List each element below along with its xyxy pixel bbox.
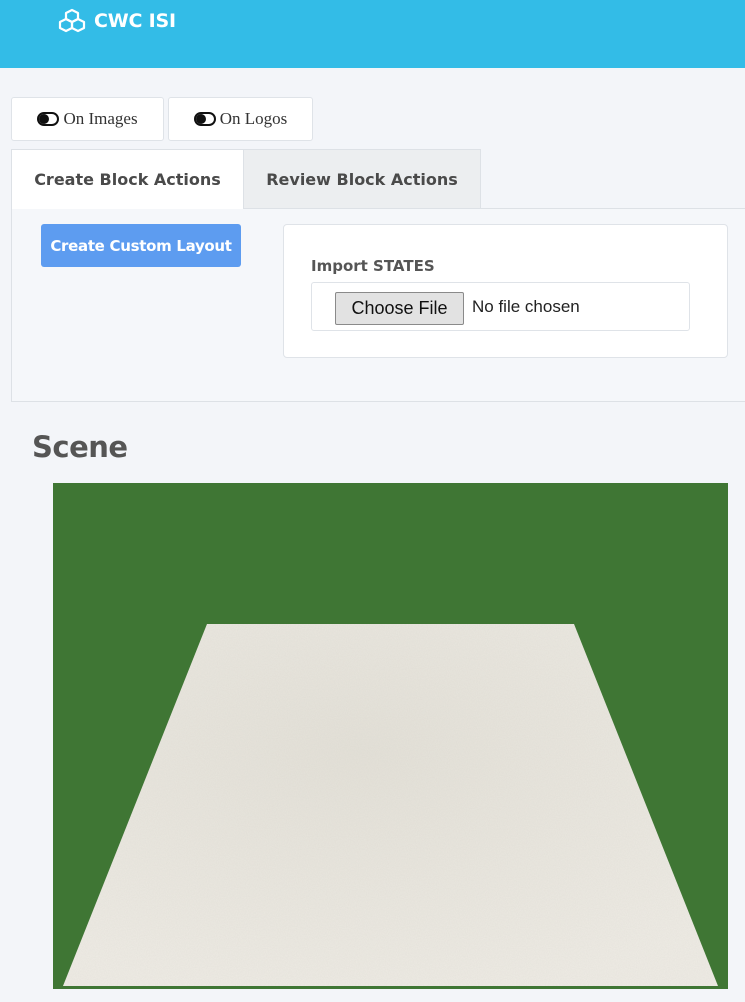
toggle-on-images-button[interactable]: On Images <box>11 97 164 141</box>
tab-label: Review Block Actions <box>266 170 458 189</box>
toggle-on-icon <box>193 112 216 126</box>
create-custom-layout-button[interactable]: Create Custom Layout <box>41 224 241 267</box>
top-navbar: CWC ISI <box>0 0 745 68</box>
brand[interactable]: CWC ISI <box>56 6 176 36</box>
choose-file-button[interactable]: Choose File <box>335 292 464 325</box>
tab-review-block-actions[interactable]: Review Block Actions <box>243 149 481 209</box>
tab-label: Create Block Actions <box>34 170 221 189</box>
tab-bar: Create Block Actions Review Block Action… <box>11 149 745 209</box>
toggle-on-icon <box>37 112 60 126</box>
brand-name: CWC ISI <box>94 10 176 32</box>
toggle-label: On Logos <box>219 109 288 128</box>
import-label: Import STATES <box>311 257 435 275</box>
scene-canvas <box>63 624 718 986</box>
toggle-on-logos-button[interactable]: On Logos <box>168 97 313 141</box>
file-status: No file chosen <box>472 297 580 316</box>
toggle-label: On Images <box>63 109 138 128</box>
scene-title: Scene <box>32 430 128 464</box>
table-texture <box>63 624 718 986</box>
tab-create-block-actions[interactable]: Create Block Actions <box>11 149 244 209</box>
cubes-icon <box>58 8 86 33</box>
scene-viewport[interactable] <box>53 483 728 989</box>
